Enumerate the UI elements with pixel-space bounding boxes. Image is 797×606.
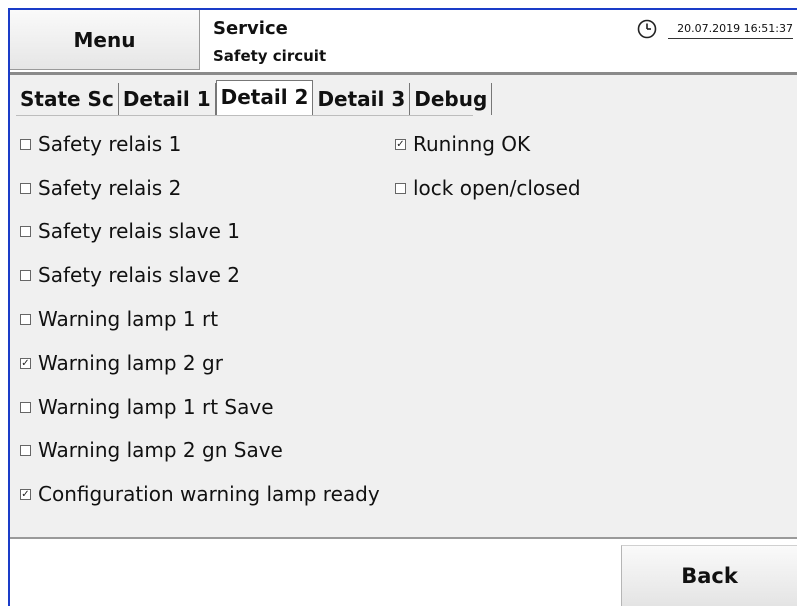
page-subtitle: Safety circuit [213, 47, 327, 65]
tab-detail-3[interactable]: Detail 3 [313, 83, 411, 115]
list-item: ✓ Warning lamp 2 gr [20, 350, 223, 376]
checkbox-label: lock open/closed [413, 176, 581, 200]
checkbox-label: Warning lamp 1 rt [38, 307, 219, 331]
list-item: Safety relais 1 [20, 131, 181, 157]
checkbox [20, 225, 31, 237]
panel-divider [10, 537, 797, 539]
checkbox [20, 444, 31, 456]
checkbox-label: Safety relais slave 2 [38, 263, 241, 287]
checkbox [395, 182, 406, 194]
clock-icon [637, 19, 657, 39]
list-item: Safety relais slave 2 [20, 262, 240, 288]
checkbox [20, 313, 31, 325]
tab-state-sc[interactable]: State Sc [16, 83, 119, 115]
checkbox [20, 138, 31, 150]
header-bar: Menu Service Safety circuit 20.07.2019 1… [10, 10, 797, 72]
checkbox: ✓ [20, 357, 31, 369]
checkbox [20, 401, 31, 413]
back-button[interactable]: Back [621, 545, 797, 606]
tab-bar: State Sc Detail 1 Detail 2 Detail 3 Debu… [16, 80, 493, 115]
list-item: Safety relais slave 1 [20, 218, 240, 244]
checkbox-label: Runinng OK [413, 132, 531, 156]
checkbox [20, 269, 31, 281]
checkbox-label: Safety relais 2 [38, 176, 182, 200]
list-item: lock open/closed [395, 175, 581, 201]
checkbox-label: Warning lamp 2 gr [38, 351, 223, 375]
checkbox: ✓ [395, 138, 406, 150]
tab-underline [16, 115, 473, 116]
checkbox-label: Safety relais slave 1 [38, 219, 241, 243]
list-item: ✓ Runinng OK [395, 131, 530, 157]
tab-detail-1[interactable]: Detail 1 [119, 83, 216, 115]
list-item: Warning lamp 1 rt [20, 306, 218, 332]
list-item: Safety relais 2 [20, 175, 181, 201]
list-item: Warning lamp 1 rt Save [20, 394, 274, 420]
page-title: Service [213, 18, 288, 39]
list-item: ✓ Configuration warning lamp ready [20, 481, 380, 507]
content-panel: State Sc Detail 1 Detail 2 Detail 3 Debu… [10, 75, 797, 537]
checkbox [20, 182, 31, 194]
checkbox-label: Configuration warning lamp ready [38, 482, 380, 506]
menu-button[interactable]: Menu [10, 10, 200, 70]
tab-detail-2[interactable]: Detail 2 [215, 80, 314, 115]
checkbox-label: Safety relais 1 [38, 132, 182, 156]
checkbox-label: Warning lamp 1 rt Save [38, 395, 274, 419]
checkbox: ✓ [20, 488, 31, 500]
checkbox-label: Warning lamp 2 gn Save [38, 438, 283, 462]
list-item: Warning lamp 2 gn Save [20, 437, 283, 463]
datetime-display: 20.07.2019 16:51:37 [668, 22, 793, 39]
tab-debug[interactable]: Debug [410, 83, 493, 115]
